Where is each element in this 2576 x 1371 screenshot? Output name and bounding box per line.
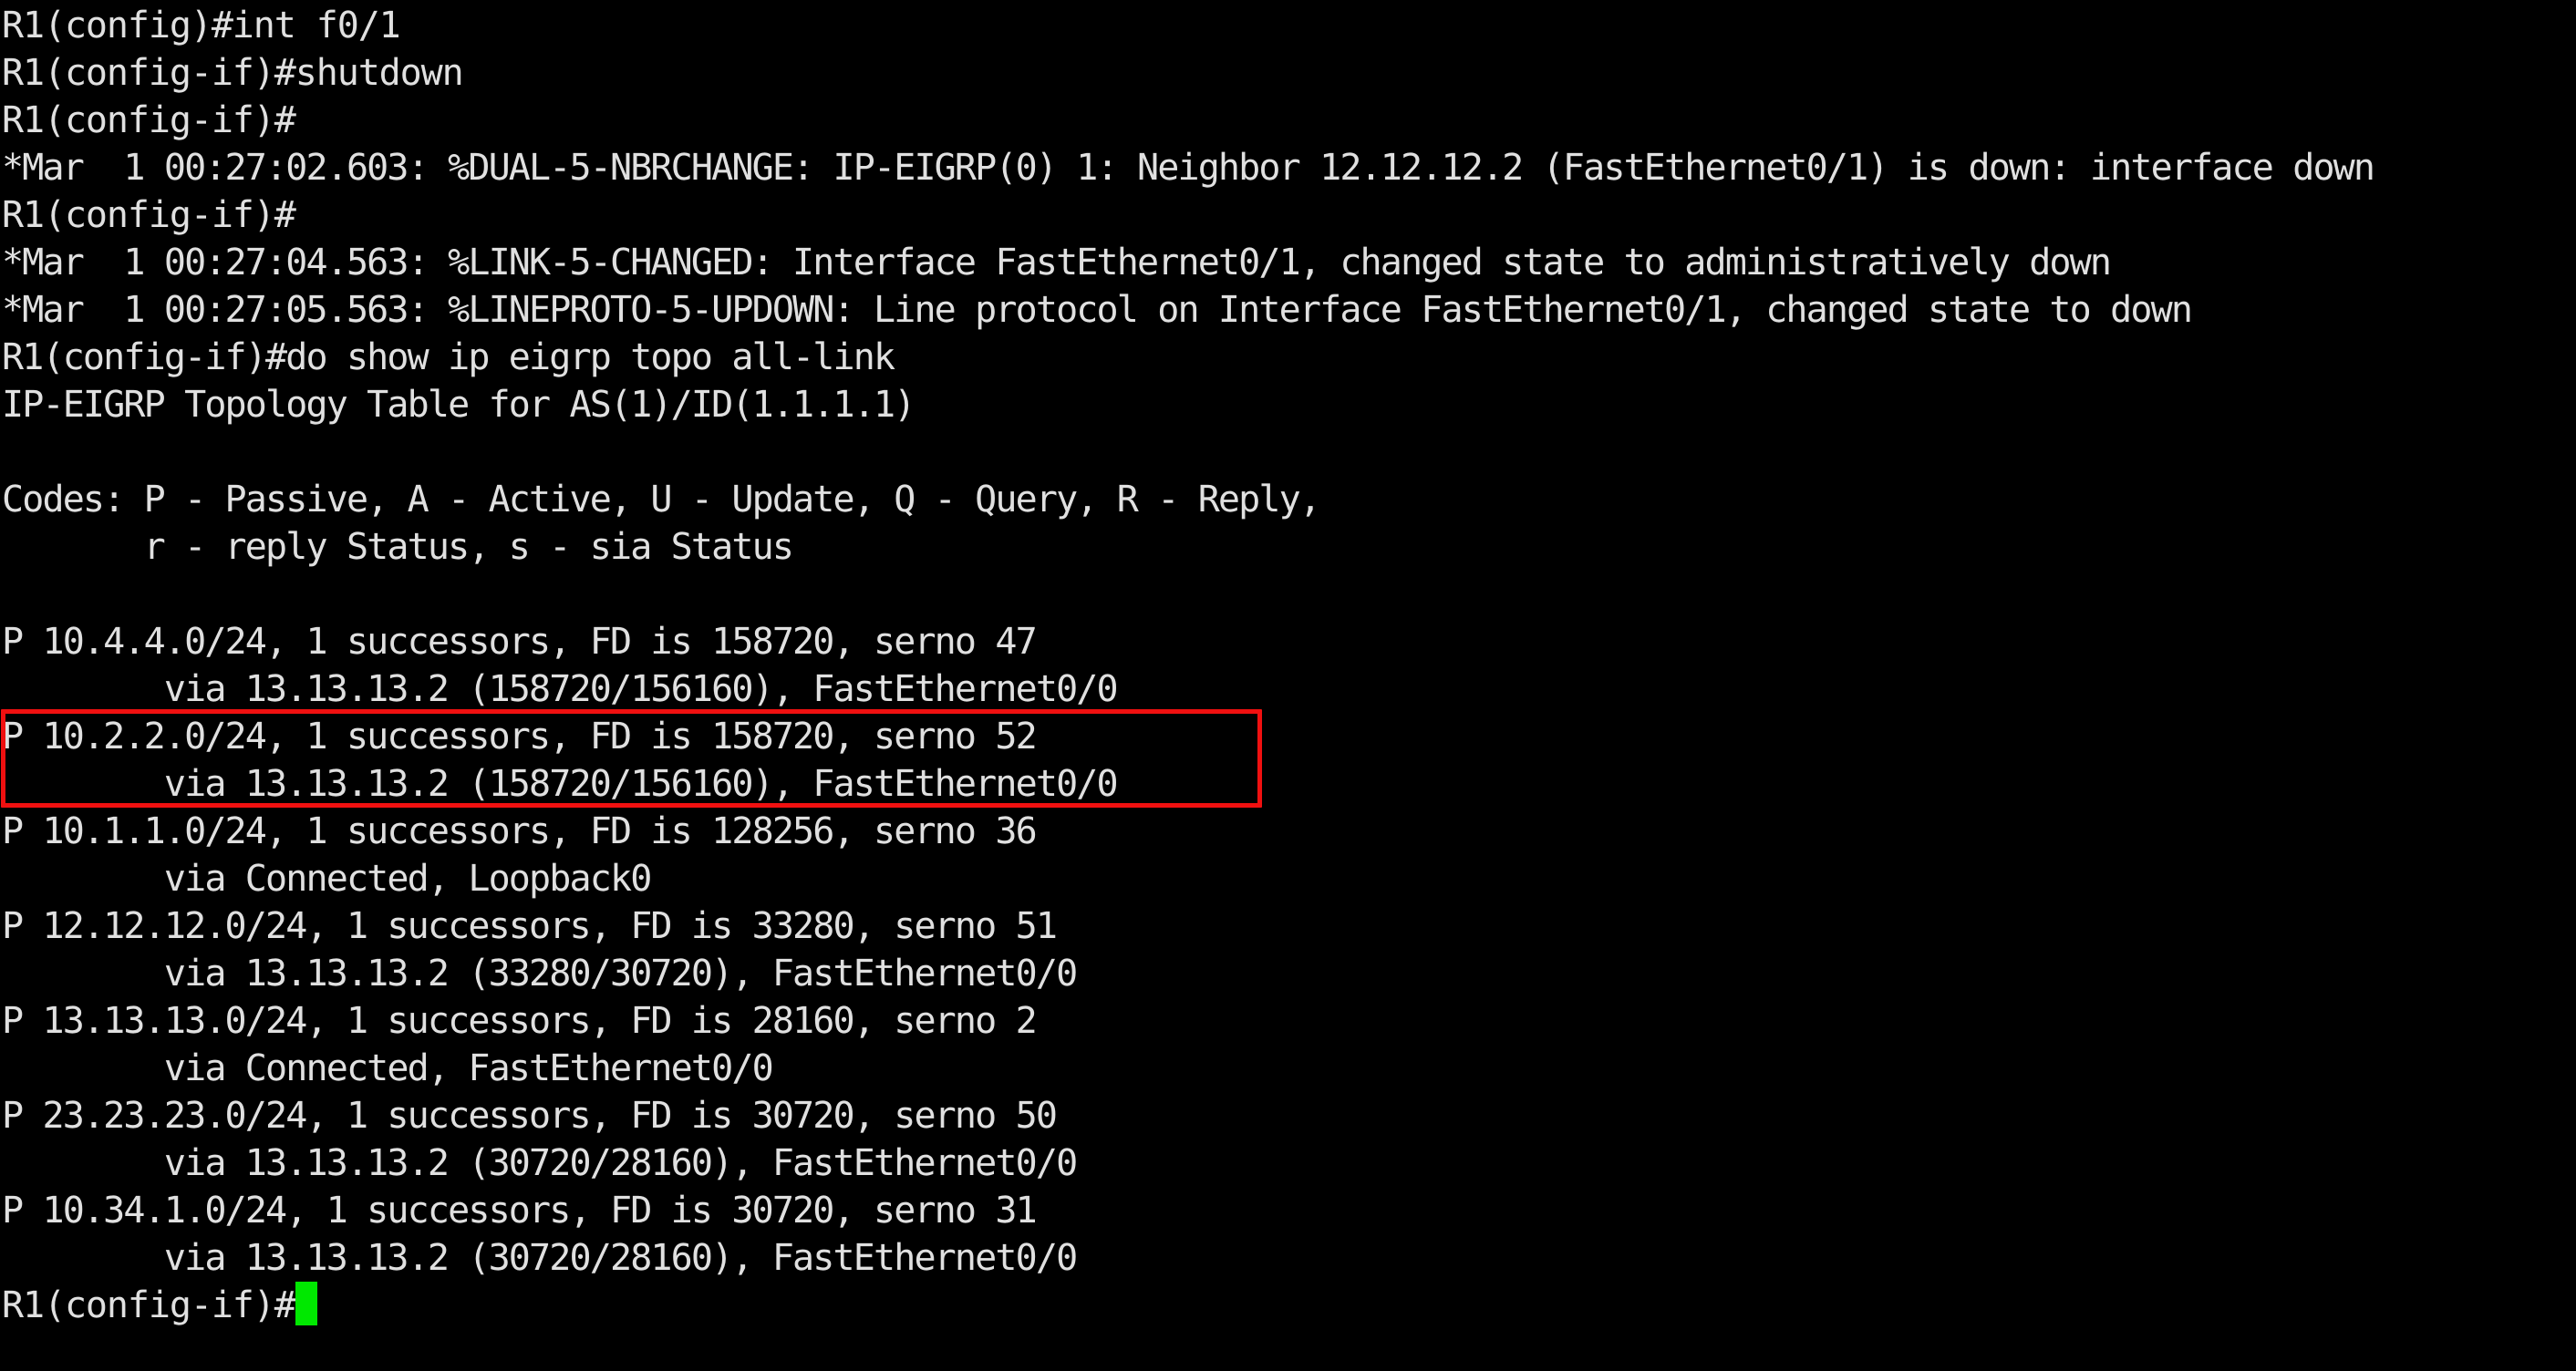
terminal-line-log-dual-nbrchange: *Mar 1 00:27:02.603: %DUAL-5-NBRCHANGE: … [2, 147, 2375, 189]
terminal-line-route-via: via Connected, FastEthernet0/0 [2, 1047, 774, 1089]
terminal-line-route-via: via Connected, Loopback0 [2, 858, 652, 900]
terminal-prompt-text: R1(config-if)# [2, 1284, 296, 1326]
terminal-line-command-show-eigrp-topo: R1(config-if)#do show ip eigrp topo all-… [2, 336, 895, 378]
terminal-line-route-via: via 13.13.13.2 (30720/28160), FastEthern… [2, 1142, 1078, 1184]
terminal-line-codes-legend-2: r - reply Status, s - sia Status [2, 526, 794, 568]
terminal-line-route-via-highlighted: via 13.13.13.2 (158720/156160), FastEthe… [2, 763, 1119, 805]
terminal-line-route-entry: P 23.23.23.0/24, 1 successors, FD is 307… [2, 1095, 1058, 1137]
terminal-line: R1(config-if)# [2, 194, 296, 236]
terminal-line-route-entry: P 10.34.1.0/24, 1 successors, FD is 3072… [2, 1190, 1038, 1232]
terminal-line-log-lineproto-updown: *Mar 1 00:27:05.563: %LINEPROTO-5-UPDOWN… [2, 289, 2193, 331]
terminal-prompt-line[interactable]: R1(config-if)# [2, 1282, 2576, 1329]
terminal-output-area[interactable]: R1(config)#int f0/1 R1(config-if)#shutdo… [0, 0, 2576, 1371]
terminal-line-route-entry-highlighted: P 10.2.2.0/24, 1 successors, FD is 15872… [2, 716, 1038, 758]
terminal-line-route-entry: P 10.1.1.0/24, 1 successors, FD is 12825… [2, 810, 1038, 852]
terminal-line: R1(config-if)# [2, 99, 296, 141]
terminal-line: R1(config)#int f0/1 [2, 5, 401, 46]
terminal-window[interactable]: R1(config)#int f0/1 R1(config-if)#shutdo… [0, 0, 2576, 1371]
terminal-cursor [295, 1282, 317, 1325]
terminal-line-route-entry: P 13.13.13.0/24, 1 successors, FD is 281… [2, 1000, 1038, 1042]
terminal-line-route-entry: P 12.12.12.0/24, 1 successors, FD is 332… [2, 905, 1058, 947]
terminal-line-route-via: via 13.13.13.2 (30720/28160), FastEthern… [2, 1237, 1078, 1279]
terminal-line-codes-legend: Codes: P - Passive, A - Active, U - Upda… [2, 479, 1321, 521]
terminal-line-route-via: via 13.13.13.2 (158720/156160), FastEthe… [2, 668, 1119, 710]
terminal-line-topology-table-header: IP-EIGRP Topology Table for AS(1)/ID(1.1… [2, 384, 916, 426]
terminal-line-route-entry: P 10.4.4.0/24, 1 successors, FD is 15872… [2, 621, 1038, 663]
terminal-line: R1(config-if)#shutdown [2, 52, 464, 94]
terminal-line-log-link-changed: *Mar 1 00:27:04.563: %LINK-5-CHANGED: In… [2, 242, 2112, 283]
terminal-line-route-via: via 13.13.13.2 (33280/30720), FastEthern… [2, 953, 1078, 995]
